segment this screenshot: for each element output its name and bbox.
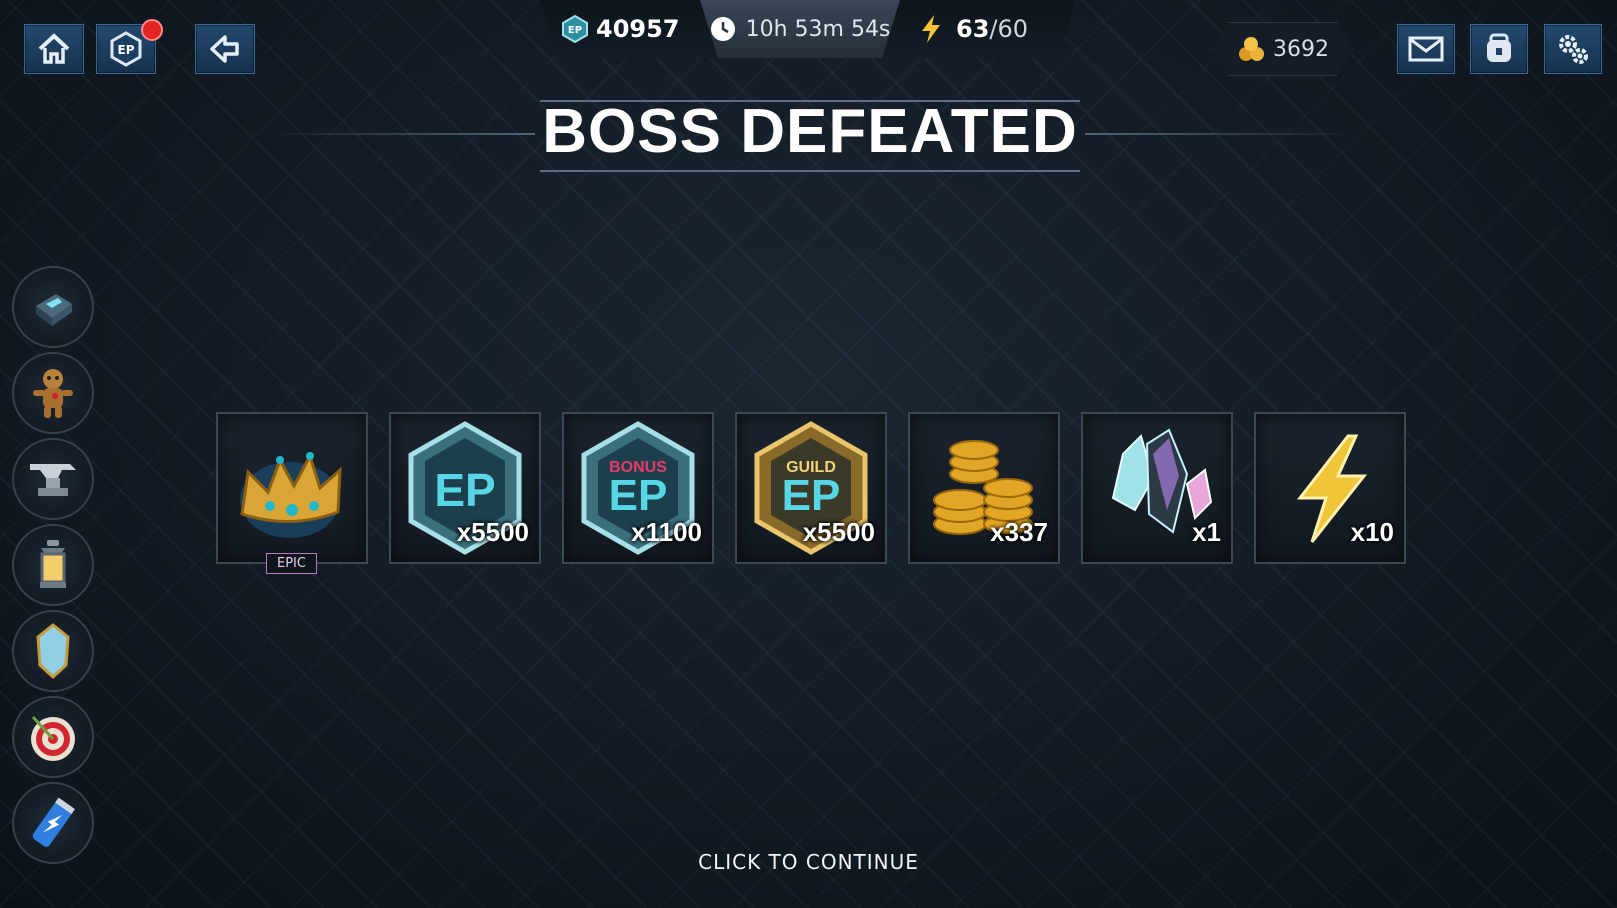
reward-crystal[interactable]: x1 — [1081, 412, 1233, 564]
reward-energy[interactable]: x10 — [1254, 412, 1406, 564]
target-icon — [31, 715, 75, 761]
side-menu-lantern-item[interactable] — [12, 524, 94, 606]
reward-ep[interactable]: EP x5500 — [389, 412, 541, 564]
mail-button[interactable] — [1397, 24, 1455, 74]
ep-badge-text: EP — [434, 464, 495, 516]
lightning-icon — [922, 15, 940, 43]
energy-current: 63 — [956, 15, 990, 43]
gold-counter: 3692 — [1212, 22, 1354, 76]
reward-quantity: x1100 — [631, 517, 702, 547]
side-menu-anvil-item[interactable] — [12, 438, 94, 520]
reward-bonus-ep[interactable]: BONUS EP x1100 — [562, 412, 714, 564]
title: BOSS DEFEATED — [542, 97, 1078, 166]
inventory-button[interactable] — [1470, 24, 1528, 74]
timer: 10h 53m 54s — [700, 0, 900, 58]
coin-stack-icon — [1239, 37, 1264, 61]
reward-quantity: x1 — [1192, 517, 1221, 547]
voodoo-doll-icon — [33, 369, 73, 418]
reward-quantity: x5500 — [802, 517, 875, 547]
ep-currency-icon: EP — [562, 15, 588, 43]
title-line-left — [265, 133, 535, 135]
reward-gold[interactable]: x337 — [908, 412, 1060, 564]
reward-quantity: x5500 — [456, 517, 529, 547]
ep-badge-text: EP — [609, 471, 668, 520]
exit-arrow-icon — [210, 35, 239, 63]
reward-crown[interactable]: EPIC — [216, 412, 368, 574]
exit-button[interactable] — [195, 24, 255, 74]
side-menu-target-item[interactable] — [12, 696, 94, 778]
ep-button-text: EP — [118, 43, 135, 57]
crown-icon — [240, 452, 342, 538]
home-icon — [38, 33, 70, 64]
energy-counter: 63/60 — [920, 0, 1028, 58]
clock-icon — [710, 17, 735, 41]
side-menu-voodoo-item[interactable] — [12, 352, 94, 434]
energy-max: /60 — [989, 15, 1029, 43]
svg-text:EP: EP — [568, 25, 582, 36]
reward-quantity: x10 — [1350, 517, 1394, 547]
reward-quantity: x337 — [990, 517, 1048, 547]
reward-guild-ep[interactable]: GUILD EP x5500 — [735, 412, 887, 564]
mail-icon — [1408, 36, 1444, 62]
lantern-icon — [40, 540, 66, 588]
notification-badge — [141, 19, 163, 41]
gold-amount: 3692 — [1273, 36, 1329, 62]
side-menu-gear-item[interactable] — [12, 266, 94, 348]
crystal-shield-icon — [36, 623, 70, 679]
settings-button[interactable] — [1544, 24, 1602, 74]
ep-amount: 40957 — [596, 15, 680, 43]
energy-can-icon — [32, 797, 75, 847]
resource-bar: EP 40957 10h 53m 54s 63/60 — [540, 0, 1075, 58]
ep-button[interactable]: EP — [96, 19, 163, 74]
side-menu-shield-item[interactable] — [12, 610, 94, 692]
click-to-continue[interactable]: CLICK TO CONTINUE — [0, 850, 1617, 874]
anvil-icon — [30, 464, 76, 496]
rarity-badge: EPIC — [266, 553, 317, 574]
ep-badge-text: EP — [782, 471, 841, 520]
timer-text: 10h 53m 54s — [745, 16, 891, 42]
title-line-right — [1085, 133, 1355, 135]
ep-currency: EP 40957 — [562, 0, 680, 58]
ep-hex-icon: EP — [110, 31, 142, 67]
backpack-icon — [1487, 33, 1511, 62]
gears-icon — [1559, 35, 1588, 64]
ingot-icon — [36, 294, 72, 326]
home-button[interactable] — [24, 24, 84, 74]
